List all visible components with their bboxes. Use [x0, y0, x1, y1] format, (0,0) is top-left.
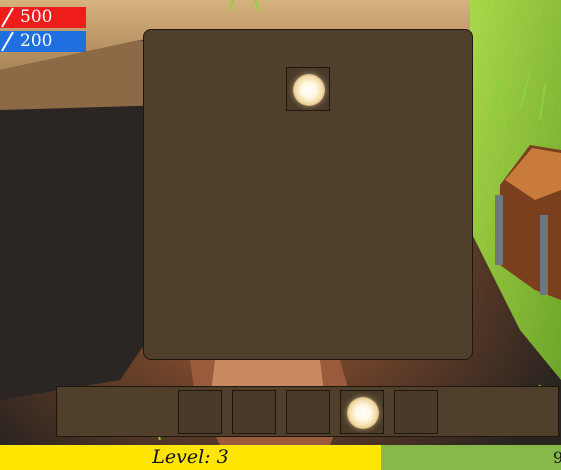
inventory-panel	[143, 29, 473, 360]
hotbar	[56, 386, 559, 437]
hotbar-slot-1[interactable]	[178, 390, 222, 434]
hotbar-slot-5[interactable]	[394, 390, 438, 434]
hotbar-slot-2[interactable]	[232, 390, 276, 434]
light-orb-icon[interactable]	[347, 397, 379, 429]
health-slash-icon	[1, 7, 14, 28]
light-orb-icon[interactable]	[293, 74, 325, 106]
health-bar: 500	[0, 7, 86, 28]
hotbar-slot-3[interactable]	[286, 390, 330, 434]
mana-bar: 200	[0, 31, 86, 52]
mana-slash-icon	[1, 31, 14, 52]
level-label: Level: 3	[152, 446, 229, 468]
mana-value: 200	[20, 31, 53, 51]
inventory-slot[interactable]	[286, 67, 330, 111]
corner-number: 9	[553, 448, 561, 467]
health-value: 500	[20, 7, 53, 27]
level-xp-bar: Level: 3	[0, 445, 381, 470]
hotbar-slot-4[interactable]	[340, 390, 384, 434]
